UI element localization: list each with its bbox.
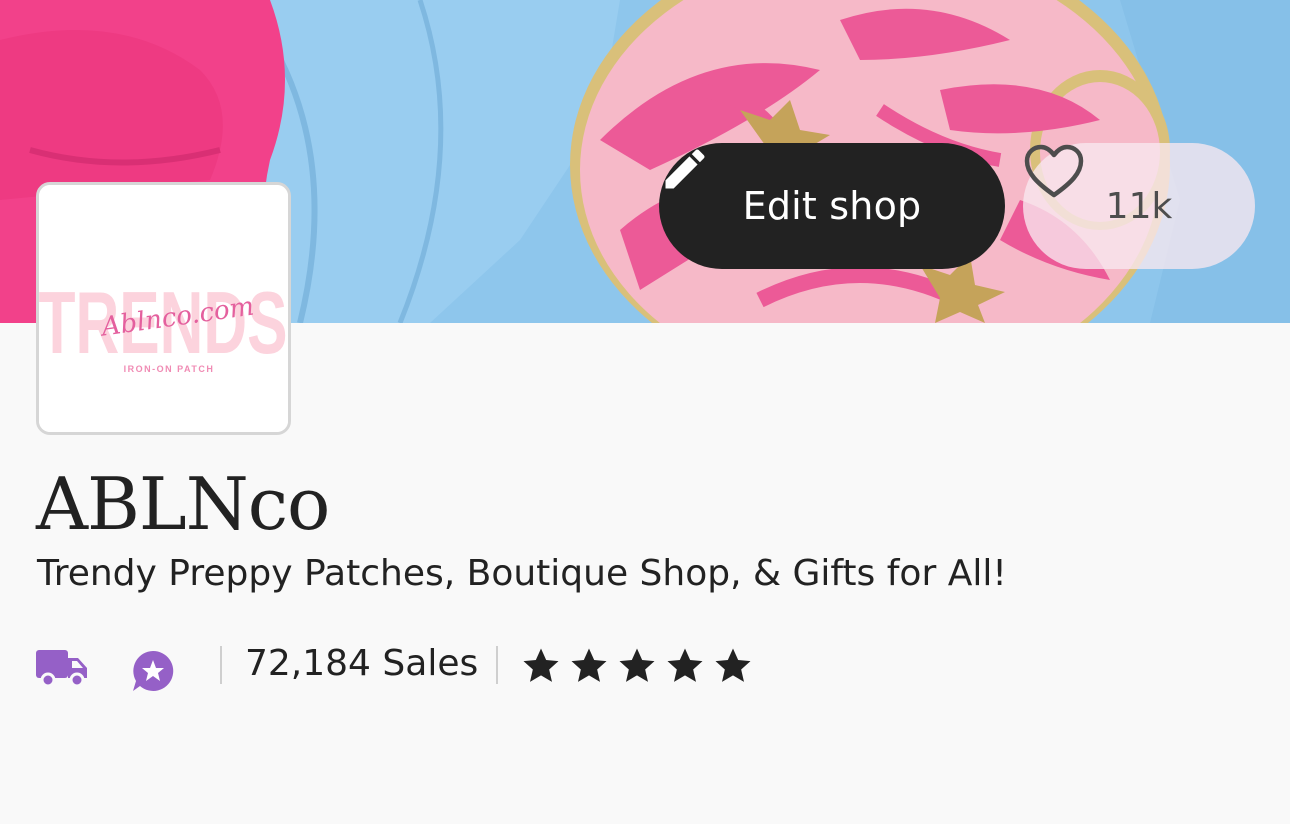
shop-name: ABLNco: [36, 462, 330, 546]
heart-icon: [1024, 144, 1084, 198]
logo-sub-text: IRON-ON PATCH: [124, 364, 215, 374]
truck-icon[interactable]: [36, 648, 88, 688]
favorite-count: 11k: [1105, 185, 1173, 227]
star-badge-icon[interactable]: [131, 649, 175, 693]
logo-artwork: TRENDS Ablnco.com IRON-ON PATCH: [39, 185, 288, 432]
star-icon: [523, 648, 559, 682]
edit-shop-button[interactable]: Edit shop: [659, 143, 1005, 269]
edit-shop-label: Edit shop: [742, 184, 922, 228]
shop-header-page: Edit shop 11k TRENDS Ablnco.com IRON-ON …: [0, 0, 1290, 824]
star-icon: [571, 648, 607, 682]
star-icon: [667, 648, 703, 682]
stats-divider: [496, 646, 498, 684]
sales-count: 72,184 Sales: [245, 643, 479, 684]
favorite-shop-button[interactable]: 11k: [1023, 143, 1255, 269]
star-icon: [715, 648, 751, 682]
shop-tagline: Trendy Preppy Patches, Boutique Shop, & …: [37, 553, 1007, 594]
star-rating[interactable]: [520, 646, 754, 686]
pencil-icon: [665, 149, 705, 189]
star-icon: [619, 648, 655, 682]
stats-divider: [220, 646, 222, 684]
shop-stats-row: 72,184 Sales: [36, 638, 796, 698]
shop-logo[interactable]: TRENDS Ablnco.com IRON-ON PATCH: [36, 182, 291, 435]
